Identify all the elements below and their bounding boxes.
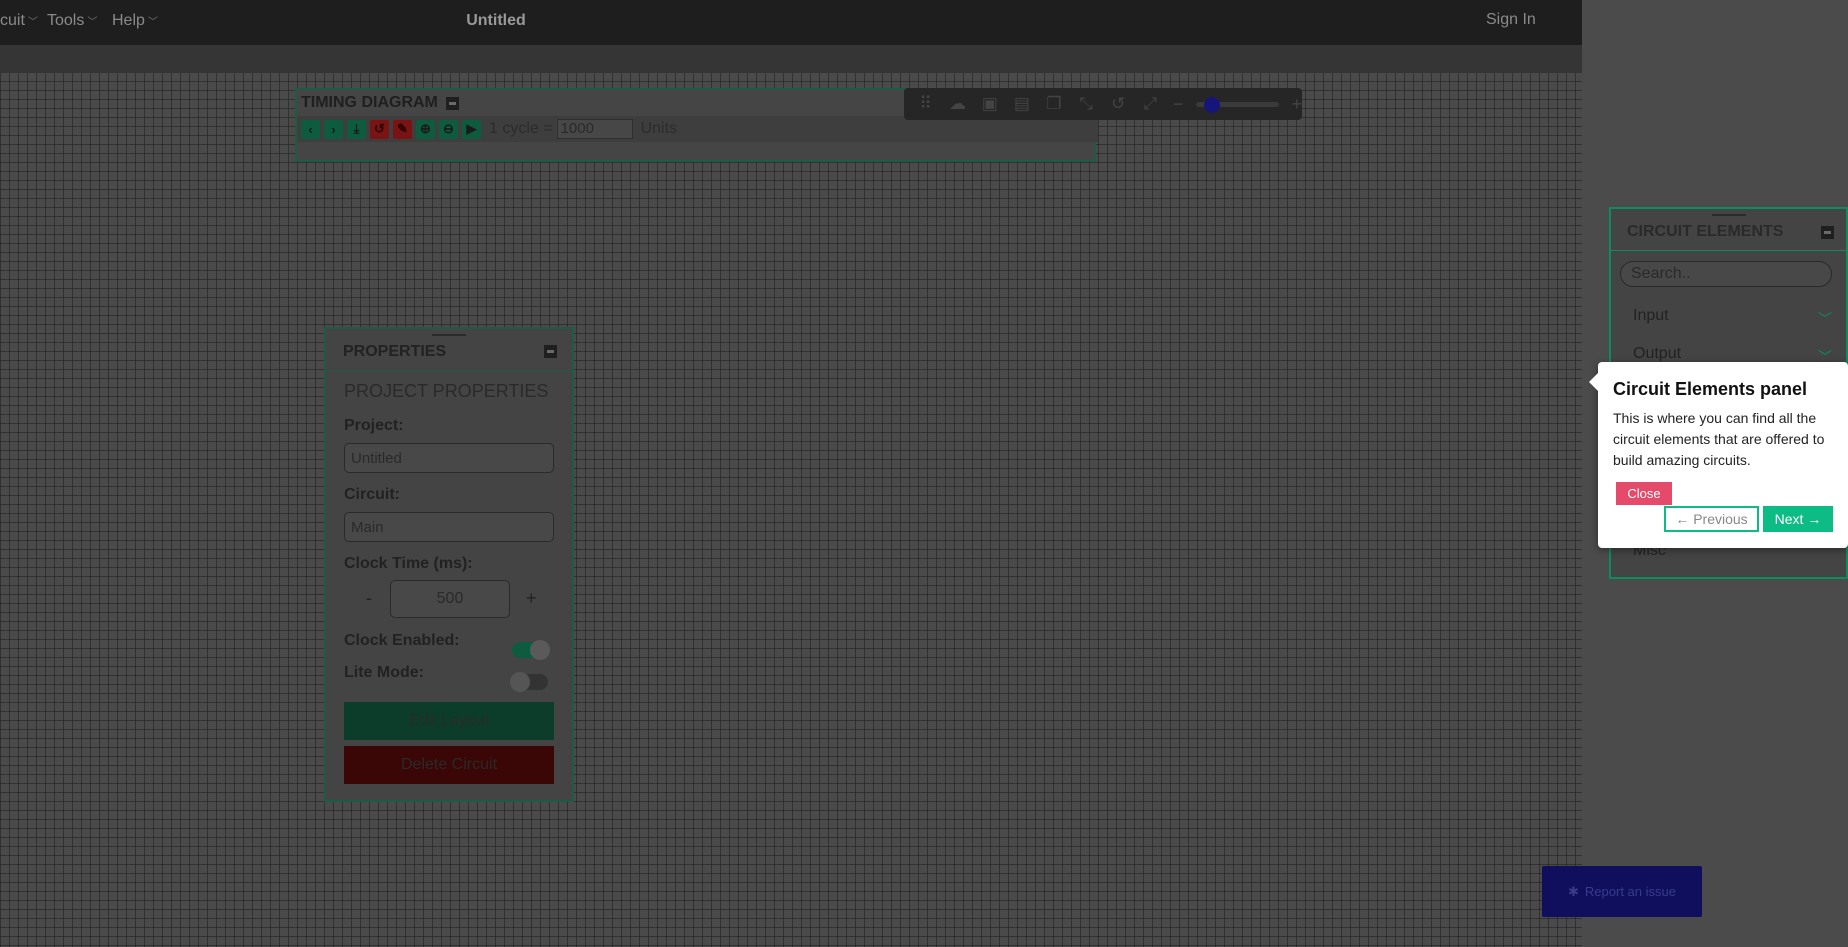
delete-icon[interactable]: ▤ [1012,94,1031,114]
category-input[interactable]: Input [1633,307,1669,325]
close-button[interactable]: Close [1616,482,1672,505]
chevron-down-icon: ﹀ [27,17,38,28]
download-icon[interactable]: ⤓ [347,119,366,139]
menu-tools-label: Tools [47,12,85,29]
save-icon[interactable]: ▣ [980,94,999,114]
project-properties-heading: PROJECT PROPERTIES [344,381,549,401]
divider [1611,250,1846,251]
lite-mode-toggle[interactable] [510,672,548,692]
chevron-down-icon: ﹀ [87,17,98,28]
properties-panel: PROPERTIES PROJECT PROPERTIES Project: U… [324,327,574,802]
play-icon[interactable]: ▶ [462,119,481,139]
sign-in-link[interactable]: Sign In [1486,11,1536,29]
clock-time-increment-button[interactable]: + [526,588,537,609]
circuit-tab-bar [0,45,1582,73]
lite-mode-label: Lite Mode: [344,664,424,681]
bug-icon: ✱ [1568,883,1579,899]
project-label: Project: [344,417,404,434]
menu-tools[interactable]: Tools ﹀ [47,12,97,30]
zoom-slider[interactable] [1196,96,1279,113]
zoom-in-icon[interactable]: ⊕ [416,119,435,139]
cloud-upload-icon[interactable]: ☁ [948,94,967,114]
drag-handle[interactable] [1711,214,1746,216]
tour-popover: Circuit Elements panel This is where you… [1589,362,1848,548]
zoom-plus-button[interactable]: + [1292,94,1303,115]
report-issue-label: Report an issue [1584,884,1676,899]
element-search-input[interactable]: Search.. [1620,261,1832,287]
clock-time-label: Clock Time (ms): [344,555,473,572]
cycle-units-input[interactable]: 1000 [556,119,633,139]
project-title: Untitled [466,12,526,29]
chevron-down-icon[interactable]: ﹀ [1818,309,1832,329]
circuit-label: Circuit: [344,486,400,503]
previous-button[interactable]: ← Previous [1664,506,1759,532]
next-button[interactable]: Next → [1763,506,1833,532]
fit-icon[interactable]: ⤡ [1077,94,1096,114]
undo-icon[interactable]: ↺ [1109,94,1128,114]
circuit-name-input[interactable]: Main [344,512,554,542]
brush-icon[interactable]: ✎ [393,119,412,139]
canvas-toolbar: ⠿ ☁ ▣ ▤ ❐ ⤡ ↺ ⤢ − + [904,88,1302,120]
menu-circuit[interactable]: cuit ﹀ [0,12,38,30]
copy-icon[interactable]: ❐ [1044,94,1063,114]
chevron-down-icon: ﹀ [147,17,158,28]
menu-help[interactable]: Help ﹀ [112,12,158,30]
edit-layout-button[interactable]: Edit Layout [344,702,554,740]
clock-enabled-toggle[interactable] [512,640,550,660]
clock-enabled-label: Clock Enabled: [344,632,460,649]
cycle-label: 1 cycle = [489,120,553,137]
toggle-knob [510,672,530,692]
delete-circuit-button[interactable]: Delete Circuit [344,746,554,784]
zoom-slider-thumb[interactable] [1204,96,1221,113]
drag-icon[interactable]: ⠿ [916,94,935,114]
menu-help-label: Help [112,12,145,29]
properties-title: PROPERTIES [343,343,447,360]
popover-title: Circuit Elements panel [1613,379,1808,399]
minimize-icon[interactable] [544,345,557,358]
timing-diagram-title: TIMING DIAGRAM [301,94,438,111]
chevron-left-icon[interactable]: ‹ [301,119,320,139]
clock-time-decrement-button[interactable]: - [366,588,372,609]
menu-circuit-label: cuit [0,12,25,29]
popover-arrow [1589,373,1598,391]
popover-description: This is where you can find all the circu… [1613,410,1825,468]
toggle-knob [530,640,550,660]
category-output[interactable]: Output [1633,345,1681,363]
report-issue-button[interactable]: ✱ Report an issue [1542,866,1702,917]
chevron-right-icon[interactable]: › [324,119,343,139]
units-label: Units [640,120,678,137]
zoom-out-icon[interactable]: ⊖ [439,119,458,139]
fullscreen-icon[interactable]: ⤢ [1141,94,1160,114]
reset-icon[interactable]: ↺ [370,119,389,139]
circuit-elements-title: CIRCUIT ELEMENTS [1627,223,1784,240]
project-name-input[interactable]: Untitled [344,443,554,473]
divider [326,371,572,372]
minimize-icon[interactable] [1821,226,1834,239]
minimize-icon[interactable] [445,96,459,110]
clock-time-input[interactable]: 500 [390,580,510,618]
navbar: cuit ﹀ Tools ﹀ Help ﹀ Untitled Sign In [0,0,1582,45]
drag-handle[interactable] [432,334,466,336]
timing-diagram-header[interactable]: TIMING DIAGRAM [301,94,459,112]
zoom-minus-button[interactable]: − [1173,94,1184,115]
